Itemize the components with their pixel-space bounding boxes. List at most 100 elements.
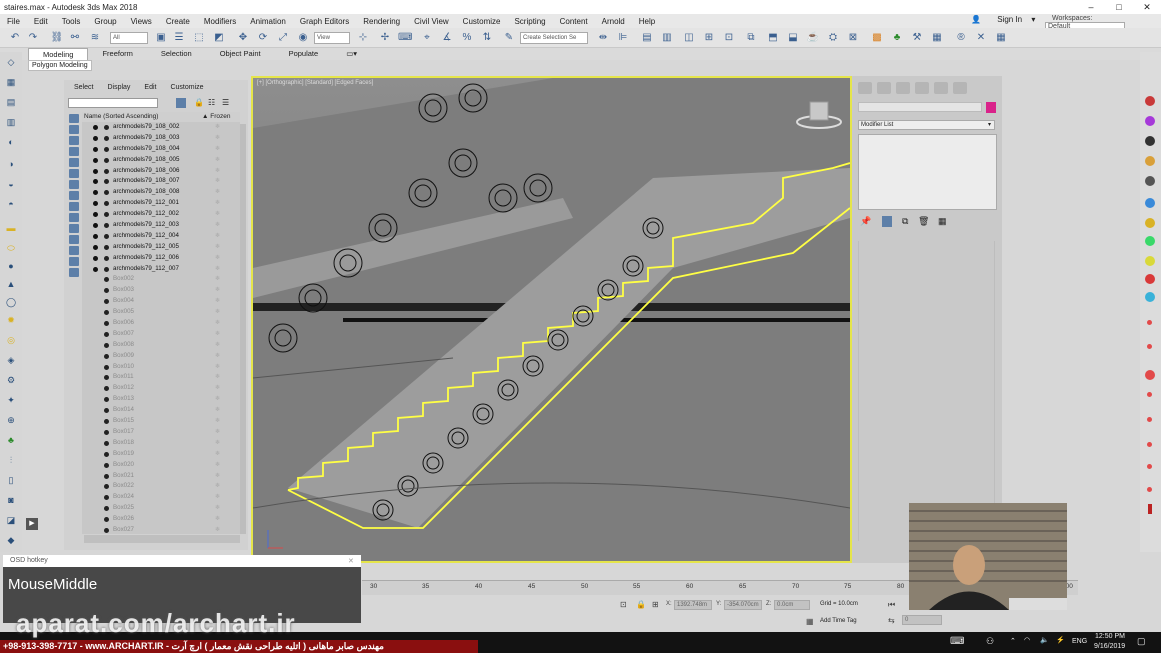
visibility-eye-icon[interactable] (93, 463, 98, 468)
power-icon[interactable]: ⚡ (1056, 636, 1065, 644)
render-dot-icon[interactable] (104, 364, 109, 370)
filter-helpers-icon[interactable] (69, 158, 79, 167)
list-item[interactable]: Box014 ❄ (82, 405, 240, 416)
remove-modifier-icon[interactable]: 🗑 (918, 216, 929, 227)
menu-create[interactable]: Create (159, 17, 197, 26)
goto-start-icon[interactable]: ⏮ (888, 600, 895, 610)
list-item[interactable]: Box024 ❄ (82, 492, 240, 503)
add-time-tag-button[interactable]: Add Time Tag (820, 618, 857, 624)
systems-icon[interactable]: ⚙ (4, 374, 18, 387)
patch-icon[interactable]: ◪ (4, 514, 18, 527)
key-mode-icon[interactable]: ⇆ (888, 616, 895, 625)
visibility-eye-icon[interactable] (93, 168, 98, 174)
render-setup-icon[interactable]: ⧉ (744, 31, 758, 45)
z-coordinate-field[interactable]: 0.0cm (774, 600, 810, 610)
visibility-eye-icon[interactable] (93, 299, 98, 304)
place-icon[interactable]: ◉ (296, 31, 310, 45)
marker-8-icon[interactable] (1147, 487, 1152, 492)
render-dot-icon[interactable] (104, 484, 109, 490)
column-frozen-header[interactable]: ▲ Frozen (202, 112, 230, 122)
filter-lights-icon[interactable] (69, 136, 79, 145)
visibility-eye-icon[interactable] (93, 397, 98, 402)
sky-icon[interactable] (1145, 198, 1155, 208)
frozen-toggle-icon[interactable]: ❄ (215, 405, 220, 416)
frozen-toggle-icon[interactable]: ❄ (215, 514, 220, 525)
plugin-rc-icon[interactable]: ® (954, 31, 968, 45)
toggle-ribbon-icon[interactable]: ▥ (660, 31, 674, 45)
spinner-snap-icon[interactable]: ⇅ (480, 31, 494, 45)
filter-hidden-icon[interactable] (69, 235, 79, 244)
list-item[interactable]: archmodels79_112_002 ❄ (82, 209, 240, 220)
curve-editor-icon[interactable]: ◫ (682, 31, 696, 45)
menu-content[interactable]: Content (553, 17, 595, 26)
visibility-eye-icon[interactable] (93, 135, 98, 141)
frozen-toggle-icon[interactable]: ❄ (215, 220, 220, 231)
menu-help[interactable]: Help (632, 17, 662, 26)
menu-civil-view[interactable]: Civil View (407, 17, 456, 26)
vray-icon[interactable] (1145, 156, 1155, 166)
frozen-toggle-icon[interactable]: ❄ (215, 471, 220, 482)
list-item[interactable]: Box021 ❄ (82, 471, 240, 482)
frozen-toggle-icon[interactable]: ❄ (215, 242, 220, 253)
frozen-toggle-icon[interactable]: ❄ (215, 394, 220, 405)
plugin-tree-icon[interactable]: ♣ (890, 31, 904, 45)
render-dot-icon[interactable] (104, 440, 109, 446)
visibility-eye-icon[interactable] (93, 343, 98, 348)
render-dot-icon[interactable] (104, 321, 109, 327)
visibility-eye-icon[interactable] (93, 528, 98, 533)
window-obj-icon[interactable]: ◙ (4, 494, 18, 507)
list-item[interactable]: archmodels79_108_002 ❄ (82, 122, 240, 133)
list-item[interactable]: Box004 ❄ (82, 296, 240, 307)
perspective-viewport[interactable]: [+] [Orthographic] [Standard] [Edged Fac… (251, 76, 852, 563)
sphere-icon[interactable]: ● (4, 260, 18, 273)
create-panel-icon[interactable]: ▦ (4, 76, 18, 89)
filter-shapes-icon[interactable] (69, 125, 79, 134)
selection-filter-dropdown[interactable]: All (110, 32, 148, 44)
visibility-eye-icon[interactable] (93, 375, 98, 380)
frozen-toggle-icon[interactable]: ❄ (215, 449, 220, 460)
keyboard-icon[interactable]: ⌨ (950, 636, 964, 647)
list-item[interactable]: archmodels79_108_007 ❄ (82, 176, 240, 187)
render-dot-icon[interactable] (104, 190, 109, 196)
schematic-view-icon[interactable]: ⊞ (702, 31, 716, 45)
maximize-button[interactable]: □ (1105, 0, 1133, 14)
scale-icon[interactable]: ⤢ (276, 31, 290, 45)
menu-customize[interactable]: Customize (456, 17, 508, 26)
polygon-modeling-bar[interactable]: Polygon Modeling (28, 60, 92, 71)
menu-scripting[interactable]: Scripting (507, 17, 552, 26)
select-object-icon[interactable]: ▣ (154, 31, 168, 45)
filter-groups-icon[interactable] (69, 180, 79, 189)
filter-xrefs-icon[interactable] (69, 191, 79, 200)
stairs-icon[interactable]: ⫶ (4, 454, 18, 467)
visibility-eye-icon[interactable] (93, 441, 98, 446)
tab-populate[interactable]: Populate (275, 48, 333, 60)
explorer-search-input[interactable] (68, 98, 158, 108)
render-dot-icon[interactable] (104, 288, 109, 294)
list-item[interactable]: Box015 ❄ (82, 416, 240, 427)
frozen-toggle-icon[interactable]: ❄ (215, 198, 220, 209)
menu-group[interactable]: Group (87, 17, 123, 26)
minimize-button[interactable]: – (1077, 0, 1105, 14)
render-dot-icon[interactable] (104, 212, 109, 218)
camera-icon[interactable]: ◓ (4, 198, 18, 211)
sun-icon[interactable] (1145, 218, 1155, 228)
visibility-eye-icon[interactable] (93, 146, 98, 152)
rotate-plugin-icon[interactable] (1145, 292, 1155, 302)
pin-stack-icon[interactable]: 📌 (860, 216, 871, 227)
visibility-eye-icon[interactable] (93, 408, 98, 413)
render-cloud-icon[interactable]: ⊠ (846, 31, 860, 45)
render-teapot-icon[interactable] (1145, 96, 1155, 106)
light-bulb-icon[interactable] (1145, 256, 1155, 266)
list-item[interactable]: Box017 ❄ (82, 427, 240, 438)
visibility-eye-icon[interactable] (93, 190, 98, 196)
percent-snap-icon[interactable]: % (460, 31, 474, 45)
modify-tab-icon[interactable] (877, 82, 891, 94)
hierarchy-toggle-icon[interactable]: ☷ (208, 98, 215, 107)
visibility-eye-icon[interactable] (93, 506, 98, 511)
marker-3-icon[interactable] (1145, 370, 1155, 380)
list-item[interactable]: Box022 ❄ (82, 481, 240, 492)
visibility-eye-icon[interactable] (93, 179, 98, 185)
render-dot-icon[interactable] (104, 255, 109, 261)
frozen-toggle-icon[interactable]: ❄ (215, 133, 220, 144)
render-dot-icon[interactable] (104, 223, 109, 229)
